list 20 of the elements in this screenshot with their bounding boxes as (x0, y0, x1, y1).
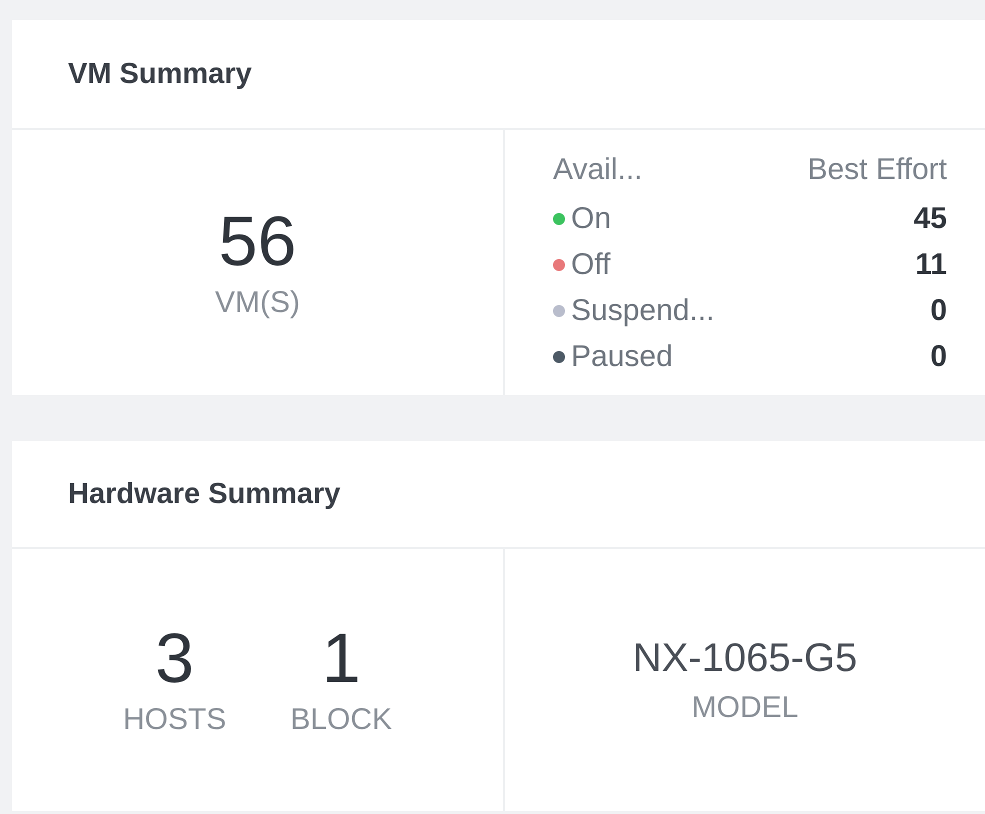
card-title: VM Summary (12, 20, 985, 130)
stat-value: 56 (218, 206, 296, 276)
status-label: On (571, 202, 612, 236)
stat-label: MODEL (692, 690, 798, 724)
stat-value: 1 (322, 623, 361, 693)
model-value: NX-1065-G5 (632, 636, 858, 680)
status-label: Paused (571, 340, 673, 374)
status-count: 11 (915, 248, 947, 282)
column-header: Avail... (553, 153, 642, 187)
stat-value: 3 (155, 623, 194, 693)
column-header: Best Effort (807, 153, 947, 187)
stat-label: VM(S) (215, 286, 300, 320)
card-title: Hardware Summary (12, 441, 985, 549)
status-count: 0 (930, 294, 947, 328)
stat-label: BLOCK (290, 703, 392, 737)
stat-label: HOSTS (122, 703, 226, 737)
status-label: Off (571, 248, 610, 282)
status-label: Suspend... (571, 294, 714, 328)
status-count: 45 (914, 202, 947, 236)
status-count: 0 (930, 340, 947, 374)
